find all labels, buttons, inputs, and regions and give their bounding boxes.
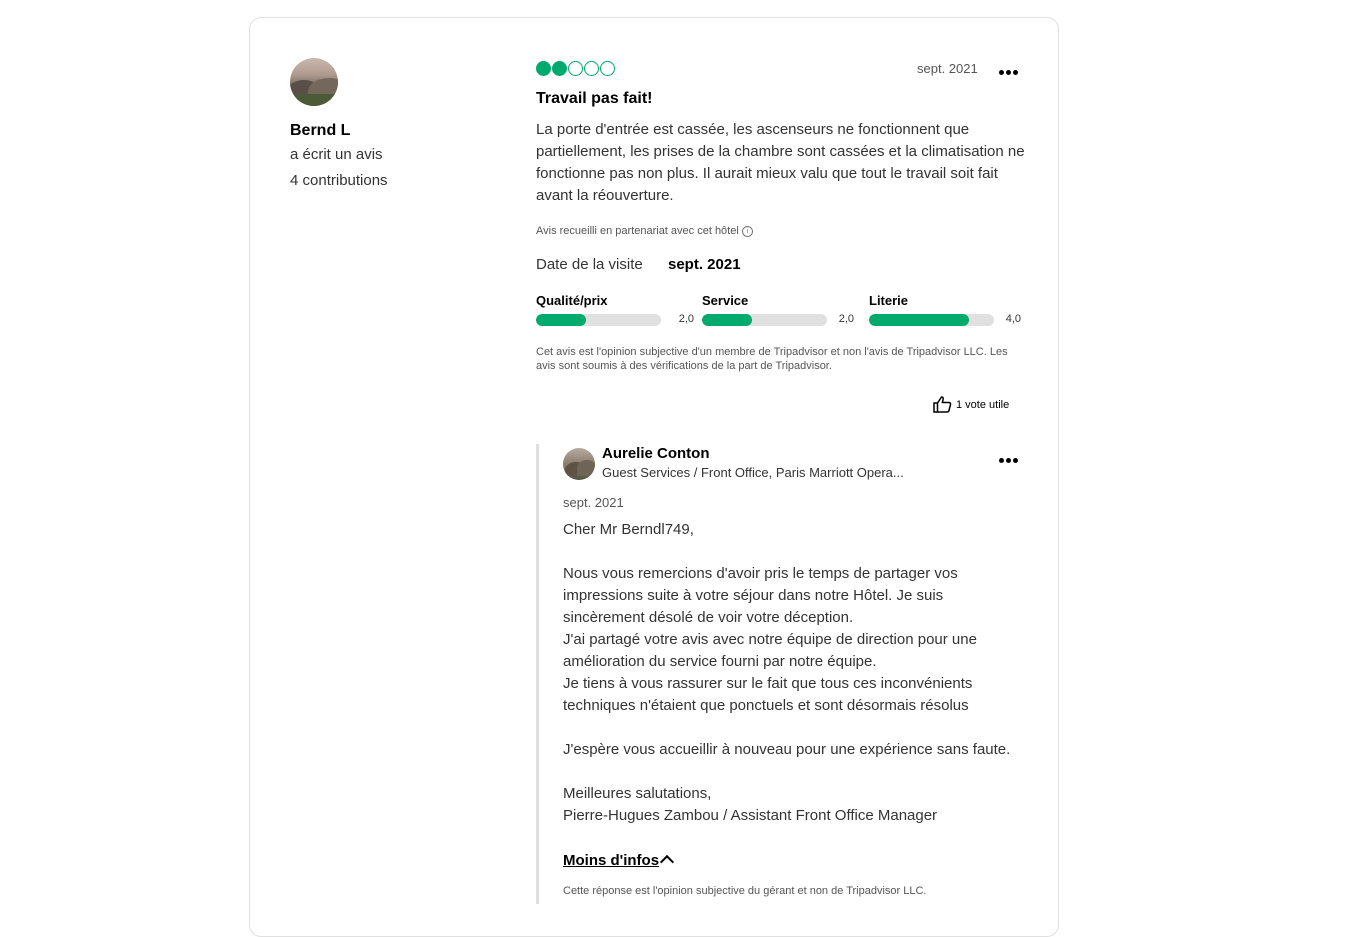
rating-bubble-empty xyxy=(600,61,615,76)
sub-rating-fill xyxy=(702,314,752,326)
review-date: sept. 2021 xyxy=(917,61,978,76)
rating-bubble-filled xyxy=(552,61,567,76)
review-text: La porte d'entrée est cassée, les ascens… xyxy=(536,121,1025,204)
rating-bubble-empty xyxy=(584,61,599,76)
reviewer-avatar[interactable] xyxy=(290,58,338,106)
responder-role: Guest Services / Front Office, Paris Mar… xyxy=(602,465,904,480)
sub-rating-value: 4,0 xyxy=(1005,313,1021,325)
sub-rating-value-for-money: Qualité/prix 2,0 xyxy=(536,293,694,326)
sub-rating-service: Service 2,0 xyxy=(702,293,854,326)
response-text: Cher Mr Berndl749, Nous vous remercions … xyxy=(563,521,1011,824)
sub-rating-bar xyxy=(869,314,994,326)
response-disclaimer: Cette réponse est l'opinion subjective d… xyxy=(563,885,927,897)
sub-rating-value: 2,0 xyxy=(838,313,854,325)
info-icon[interactable]: i xyxy=(741,225,753,237)
sub-rating-label: Literie xyxy=(869,293,909,308)
sub-rating-label: Service xyxy=(702,293,749,308)
responder-avatar[interactable] xyxy=(563,448,595,480)
less-info-link[interactable]: Moins d'infos xyxy=(563,852,659,869)
rating-bubble-empty xyxy=(568,61,583,76)
thumbs-up-icon xyxy=(933,396,952,413)
response-date: sept. 2021 xyxy=(563,495,624,510)
visit-date-label: Date de la visite xyxy=(536,256,643,273)
more-options-icon[interactable] xyxy=(999,66,1020,76)
review-title[interactable]: Travail pas fait! xyxy=(536,90,653,108)
helpful-vote-button[interactable]: 1 vote utile xyxy=(933,396,1009,413)
visit-date-value: sept. 2021 xyxy=(668,256,741,273)
rating-bubble-filled xyxy=(536,61,551,76)
sub-rating-value: 2,0 xyxy=(678,313,694,325)
partner-note: Avis recueilli en partenariat avec cet h… xyxy=(536,225,753,237)
reviewer-name[interactable]: Bernd L xyxy=(290,122,350,140)
sub-rating-fill xyxy=(536,314,586,326)
review-disclaimer: Cet avis est l'opinion subjective d'un m… xyxy=(536,346,1008,372)
sub-rating-bar xyxy=(536,314,661,326)
sub-rating-label: Qualité/prix xyxy=(536,293,608,308)
reviewer-contributions: 4 contributions xyxy=(290,172,388,189)
sub-rating-bar xyxy=(702,314,827,326)
sub-rating-bedding: Literie 4,0 xyxy=(869,293,1021,326)
partner-note-text: Avis recueilli en partenariat avec cet h… xyxy=(536,225,739,237)
reviewer-action: a écrit un avis xyxy=(290,146,383,163)
rating-bubbles xyxy=(536,61,615,79)
responder-name: Aurelie Conton xyxy=(602,445,710,462)
helpful-vote-count: 1 vote utile xyxy=(956,398,1010,411)
more-options-icon[interactable] xyxy=(999,454,1020,464)
sub-rating-fill xyxy=(869,314,969,326)
